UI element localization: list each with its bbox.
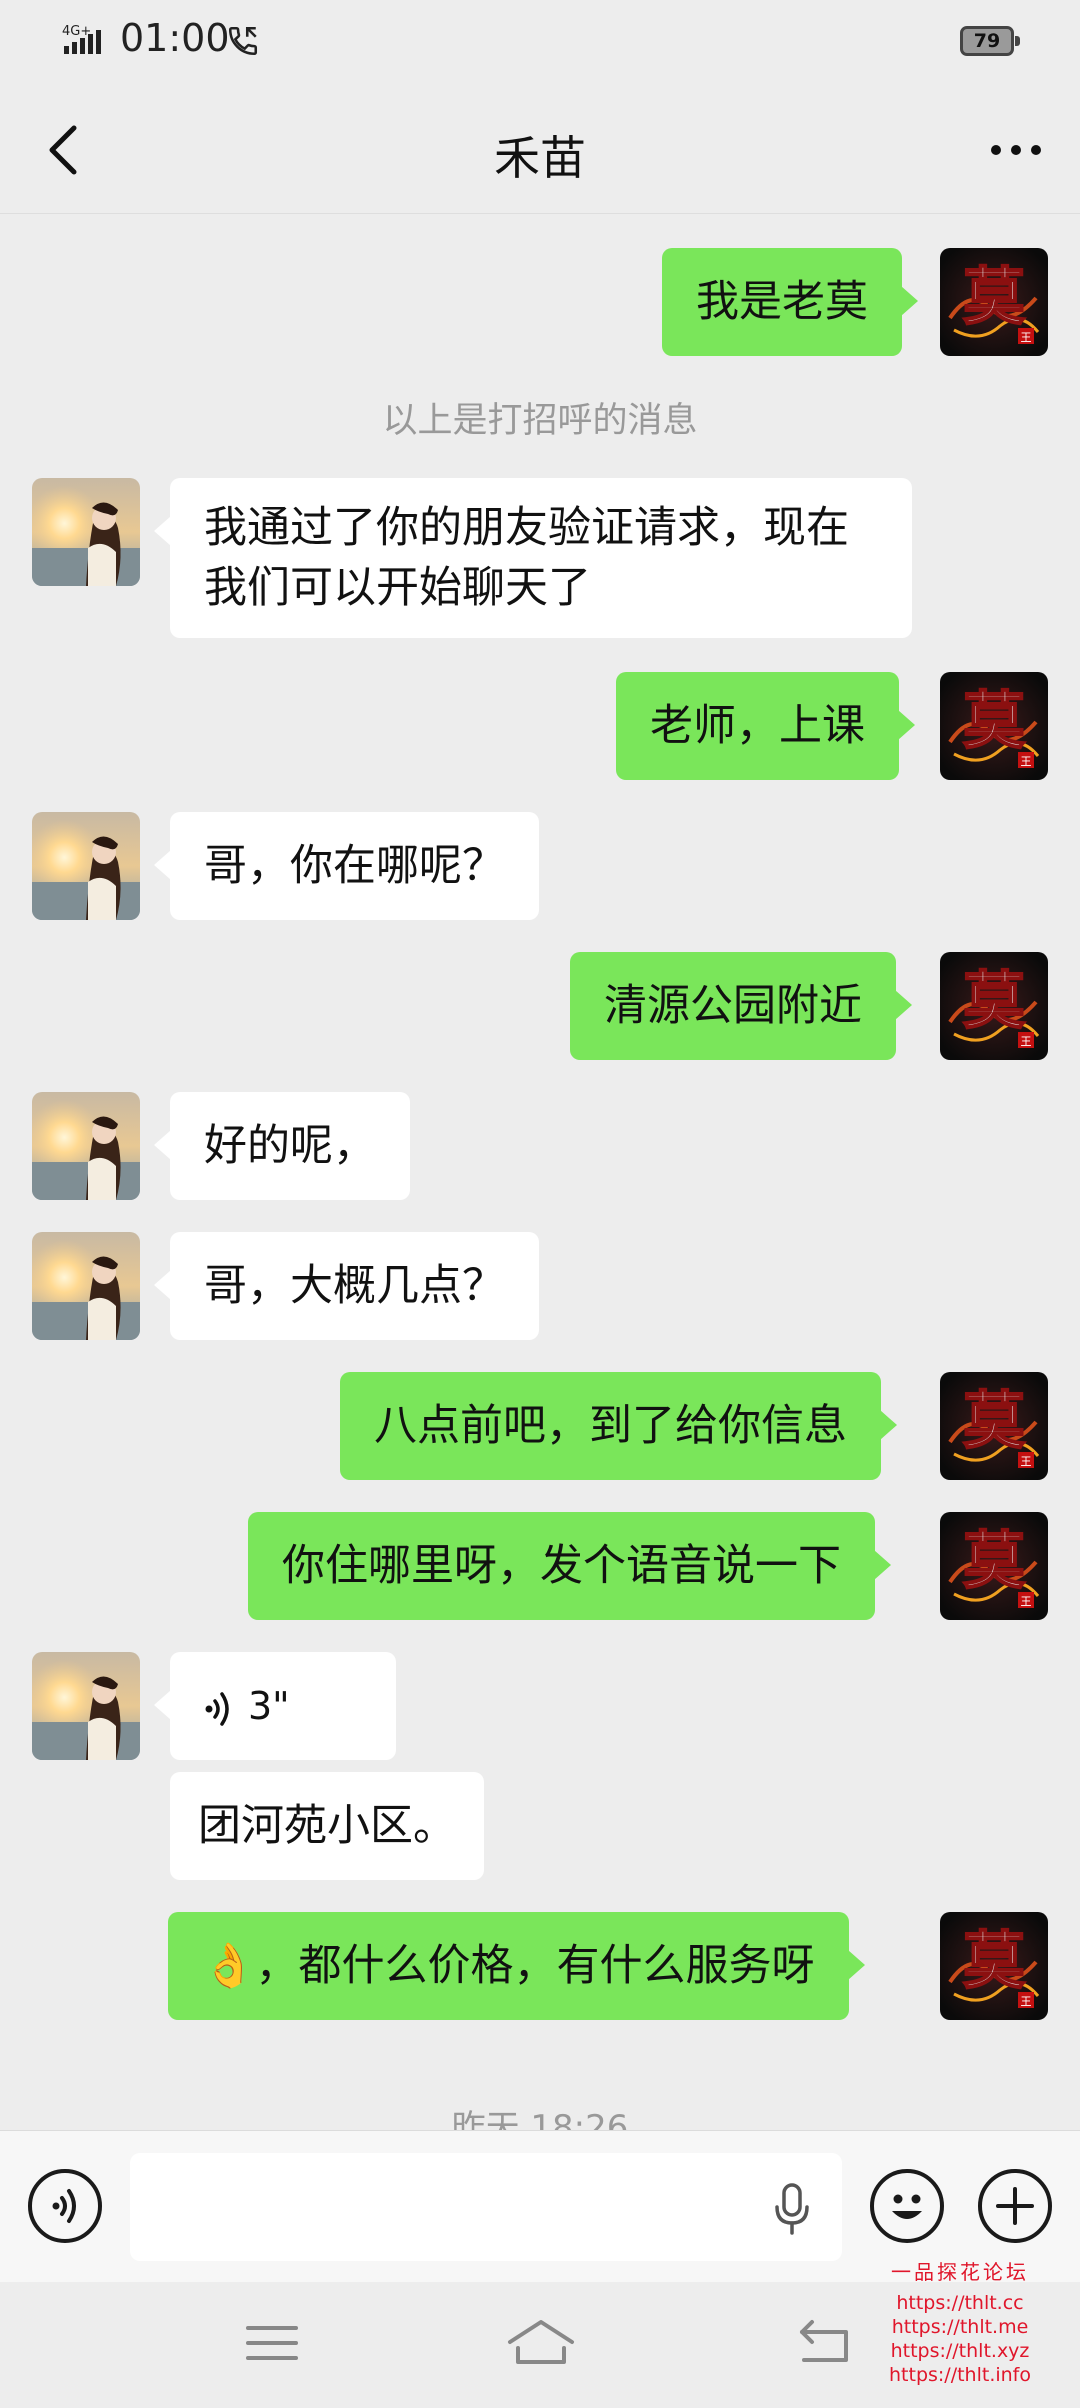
voice-duration: 3": [248, 1684, 290, 1728]
status-time: 01:00: [120, 16, 230, 60]
svg-text:王: 王: [1021, 755, 1032, 768]
message-bubble-sent[interactable]: 老师，上课: [616, 672, 915, 780]
message-line: 我通过了你的朋友验证请求，现在: [204, 503, 849, 553]
svg-text:王: 王: [1021, 1035, 1032, 1048]
avatar-image: 莫 王: [940, 672, 1048, 780]
avatar-image: 莫 王: [940, 248, 1048, 356]
watermark: 一品探花论坛 https://thlt.cc https://thlt.me h…: [855, 2256, 1065, 2387]
message-line: 我们可以开始聊天了: [204, 563, 591, 613]
svg-text:4G+: 4G+: [62, 24, 91, 39]
my-avatar[interactable]: 莫 王: [940, 248, 1048, 356]
my-avatar[interactable]: 莫 王: [940, 952, 1048, 1060]
message-bubble-sent[interactable]: 我是老莫: [662, 248, 918, 356]
my-avatar[interactable]: 莫 王: [940, 1912, 1048, 2020]
watermark-url: https://thlt.me: [891, 2316, 1029, 2338]
contact-avatar[interactable]: [32, 478, 140, 586]
smiley-icon: [892, 2194, 922, 2219]
svg-text:莫: 莫: [963, 1524, 1025, 1597]
my-avatar[interactable]: 莫 王: [940, 672, 1048, 780]
message-bubble-received[interactable]: 好的呢，: [154, 1092, 410, 1200]
ok-hand-emoji: 👌: [202, 1941, 256, 1991]
message-bubble-received[interactable]: 哥，你在哪呢？: [154, 812, 539, 920]
greeting-system-note: 以上是打招呼的消息: [382, 401, 698, 441]
watermark-url: https://thlt.cc: [896, 2292, 1024, 2314]
more-functions-button[interactable]: [978, 2169, 1052, 2243]
microphone-icon[interactable]: [770, 2181, 814, 2237]
message-bubble-received[interactable]: 我通过了你的朋友验证请求，现在 我们可以开始聊天了: [154, 478, 912, 638]
contact-avatar[interactable]: [32, 1092, 140, 1200]
avatar-image: [32, 1232, 140, 1340]
avatar-image: [32, 812, 140, 920]
chat-title: 禾苗: [494, 131, 586, 185]
battery-level: 79: [973, 30, 1001, 52]
chat-header: 禾苗: [0, 86, 1080, 214]
svg-text:莫: 莫: [963, 260, 1025, 333]
svg-text:莫: 莫: [963, 964, 1025, 1037]
avatar-image: 莫 王: [940, 1912, 1048, 2020]
svg-text:王: 王: [1021, 1455, 1032, 1468]
signal-icon: 4G+: [62, 24, 101, 54]
avatar-image: [32, 1652, 140, 1760]
voice-message-bubble[interactable]: 3": [154, 1652, 396, 1760]
home-icon[interactable]: [504, 2318, 578, 2368]
contact-avatar[interactable]: [32, 1232, 140, 1340]
message-input[interactable]: [130, 2153, 842, 2261]
back-nav-icon[interactable]: [794, 2318, 854, 2368]
phone-call-icon: [228, 26, 258, 56]
svg-text:莫: 莫: [963, 684, 1025, 757]
message-bubble-sent[interactable]: 你住哪里呀，发个语音说一下: [248, 1512, 891, 1620]
avatar-image: [32, 1092, 140, 1200]
voice-mode-button[interactable]: [28, 2169, 102, 2243]
message-text: ，都什么价格，有什么服务呀: [255, 1941, 815, 1991]
emoji-button[interactable]: [870, 2169, 944, 2243]
my-avatar[interactable]: 莫 王: [940, 1372, 1048, 1480]
watermark-title: 一品探花论坛: [891, 2260, 1029, 2284]
message-bubble-sent[interactable]: 清源公园附近: [570, 952, 912, 1060]
my-avatar[interactable]: 莫 王: [940, 1512, 1048, 1620]
svg-text:王: 王: [1021, 1995, 1032, 2008]
plus-icon: [996, 2187, 1034, 2225]
status-bar: 4G+ 01:00 79: [0, 0, 1080, 86]
avatar-image: [32, 478, 140, 586]
svg-text:莫: 莫: [963, 1384, 1025, 1457]
avatar-image: 莫 王: [940, 1372, 1048, 1480]
avatar-image: 莫 王: [940, 952, 1048, 1060]
watermark-url: https://thlt.info: [889, 2364, 1031, 2386]
svg-text:莫: 莫: [963, 1924, 1025, 1997]
more-options-button[interactable]: [980, 114, 1052, 186]
voice-wave-icon: [205, 1691, 229, 1726]
svg-text:王: 王: [1021, 331, 1032, 344]
message-bubble-sent[interactable]: 八点前吧，到了给你信息: [340, 1372, 897, 1480]
message-bubble-sent[interactable]: 👌，都什么价格，有什么服务呀: [168, 1912, 865, 2020]
message-bubble-received[interactable]: 哥，大概几点？: [154, 1232, 539, 1340]
watermark-url: https://thlt.xyz: [890, 2340, 1030, 2362]
contact-avatar[interactable]: [32, 1652, 140, 1760]
battery-icon: 79: [960, 26, 1020, 56]
message-bubble-received[interactable]: 团河苑小区。: [170, 1772, 484, 1880]
svg-text:王: 王: [1021, 1595, 1032, 1608]
voice-wave-icon: [52, 2189, 76, 2223]
menu-icon[interactable]: [242, 2318, 302, 2368]
avatar-image: 莫 王: [940, 1512, 1048, 1620]
contact-avatar[interactable]: [32, 812, 140, 920]
